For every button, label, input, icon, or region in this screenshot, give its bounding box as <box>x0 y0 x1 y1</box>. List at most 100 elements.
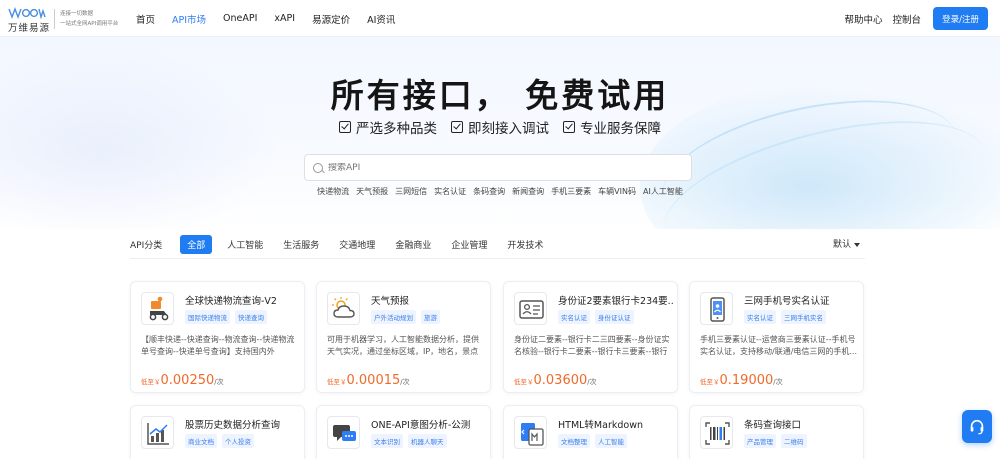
id-card-icon <box>514 292 547 325</box>
hot-tag-vin[interactable]: 车辆VIN码 <box>598 186 636 197</box>
hot-tag-courier[interactable]: 快递物流 <box>317 186 349 197</box>
category-tab-life[interactable]: 生活服务 <box>283 238 319 251</box>
card-tags: 实名认证 身份证认证 <box>558 310 634 324</box>
card-title: HTML转Markdown <box>558 420 643 431</box>
api-card[interactable]: HTML转Markdown 文档整理 人工智能 <box>503 405 678 459</box>
card-price: 低至￥0.00250/次 <box>141 369 224 388</box>
checkbox-icon <box>451 121 463 133</box>
card-tag: 实名认证 <box>558 310 590 324</box>
api-card[interactable]: ONE-API意图分析-公测 文本识别 机器人聊天 <box>316 405 491 459</box>
card-title: 条码查询接口 <box>744 420 802 431</box>
feature-item: 专业服务保障 <box>563 117 661 137</box>
api-card[interactable]: 条码查询接口 产品管理 二维码 <box>689 405 864 459</box>
card-tags: 文档整理 人工智能 <box>558 434 627 448</box>
card-tag: 户外活动规划 <box>371 310 416 324</box>
sort-label: 默认 <box>832 240 851 250</box>
card-tags: 户外活动规划 旅游 <box>371 310 440 324</box>
card-tag: 文本识别 <box>371 434 403 448</box>
card-tag: 快递查询 <box>235 310 267 324</box>
card-tag: 人工智能 <box>595 434 627 448</box>
caret-down-icon <box>854 242 860 247</box>
card-title: 身份证2要素银行卡234要... <box>558 296 673 307</box>
nav-link-pricing[interactable]: 易源定价 <box>312 12 350 26</box>
card-tag: 商业文档 <box>185 434 217 448</box>
card-tag: 国际快递物流 <box>185 310 230 324</box>
category-tab-enterprise[interactable]: 企业管理 <box>451 238 487 251</box>
category-label: API分类 <box>130 241 163 251</box>
logo-text: 万维易源 <box>8 23 51 34</box>
checkbox-icon <box>563 121 575 133</box>
console-link[interactable]: 控制台 <box>892 12 921 26</box>
hero-title: 所有接口， 免费试用 <box>330 76 670 115</box>
card-tag: 个人投资 <box>222 434 254 448</box>
card-description: 手机三要素认证--运营商三要素认证--手机号实名认证，支持移动/联通/电信三网的… <box>700 335 858 356</box>
card-tags: 实名认证 三网手机实名 <box>744 310 826 324</box>
logo-tagline-1: 连接一切数据 <box>60 11 94 17</box>
category-bar: API分类 全部 人工智能 生活服务 交通地理 金融商业 企业管理 开发技术 默… <box>130 235 865 254</box>
category-tab-all[interactable]: 全部 <box>180 235 213 254</box>
card-description: 身份证二要素--银行卡二三四要素--身份证实名核验--银行卡二要素--银行卡三要… <box>514 335 670 356</box>
card-title: 全球快递物流查询-V2 <box>185 296 277 307</box>
category-tab-ai[interactable]: 人工智能 <box>227 238 263 251</box>
login-register-button[interactable]: 登录/注册 <box>933 7 988 30</box>
markdown-icon <box>514 416 547 449</box>
api-card[interactable]: 天气预报 户外活动规划 旅游 可用于机器学习，人工智能数据分析，提供天气实况，通… <box>316 281 491 393</box>
hot-tag-ai[interactable]: AI人工智能 <box>643 186 683 197</box>
category-tab-traffic[interactable]: 交通地理 <box>339 238 375 251</box>
api-card[interactable]: 三网手机号实名认证 实名认证 三网手机实名 手机三要素认证--运营商三要素认证-… <box>689 281 864 393</box>
price-value: 0.19000 <box>719 373 774 388</box>
card-tag: 实名认证 <box>744 310 776 324</box>
nav-right: 帮助中心 控制台 登录/注册 <box>844 0 988 37</box>
hot-tag-sms[interactable]: 三网短信 <box>395 186 427 197</box>
search-box[interactable] <box>304 154 692 181</box>
nav-link-ai-news[interactable]: AI资讯 <box>367 12 395 26</box>
card-description: 可用于机器学习，人工智能数据分析，提供天气实况，通过坐标区域，IP，地名，景点名… <box>327 335 479 356</box>
price-prefix: 低至￥ <box>514 378 534 386</box>
nav-link-api-market[interactable]: API市场 <box>172 12 206 26</box>
card-description: 【顺丰快递--快递查询--物流查询--快递物流单号查询--快递单号查询】支持国内… <box>141 335 295 356</box>
price-value: 0.03600 <box>533 373 588 388</box>
card-tags: 产品管理 二维码 <box>744 434 807 448</box>
hot-tag-barcode[interactable]: 条码查询 <box>473 186 505 197</box>
logo[interactable]: 万维易源 连接一切数据 一站式全网API调用平台 <box>8 7 120 34</box>
search-input[interactable] <box>328 162 668 173</box>
feature-label: 即刻接入调试 <box>468 121 549 137</box>
card-title: ONE-API意图分析-公测 <box>371 420 471 431</box>
card-tag: 文档整理 <box>558 434 590 448</box>
chat-icon <box>327 416 360 449</box>
card-title: 股票历史数据分析查询 <box>185 420 281 431</box>
api-card[interactable]: 身份证2要素银行卡234要... 实名认证 身份证认证 身份证二要素--银行卡二… <box>503 281 678 393</box>
hot-tag-weather[interactable]: 天气预报 <box>356 186 388 197</box>
price-unit: /次 <box>400 378 410 386</box>
nav-link-home[interactable]: 首页 <box>136 12 155 26</box>
card-tags: 文本识别 机器人聊天 <box>371 434 447 448</box>
weather-icon <box>327 292 360 325</box>
customer-support-button[interactable] <box>962 410 992 443</box>
api-card[interactable]: 全球快递物流查询-V2 国际快递物流 快递查询 【顺丰快递--快递查询--物流查… <box>130 281 305 393</box>
logo-divider <box>54 9 55 29</box>
api-card[interactable]: 股票历史数据分析查询 商业文档 个人投资 <box>130 405 305 459</box>
feature-label: 专业服务保障 <box>580 121 661 137</box>
card-title: 三网手机号实名认证 <box>744 296 830 307</box>
checkbox-icon <box>339 121 351 133</box>
nav-link-xapi[interactable]: xAPI <box>274 13 295 24</box>
search-icon <box>313 162 323 173</box>
category-tab-finance[interactable]: 金融商业 <box>395 238 431 251</box>
hot-tag-news[interactable]: 新闻查询 <box>512 186 544 197</box>
nav-link-oneapi[interactable]: OneAPI <box>223 13 257 24</box>
hot-tags: 快递物流 天气预报 三网短信 实名认证 条码查询 新闻查询 手机三要素 车辆VI… <box>0 186 1000 197</box>
price-value: 0.00250 <box>160 373 215 388</box>
sort-dropdown[interactable]: 默认 <box>833 237 860 250</box>
card-tag: 机器人聊天 <box>408 434 447 448</box>
feature-item: 即刻接入调试 <box>451 117 549 137</box>
card-tag: 旅游 <box>421 310 440 324</box>
card-price: 低至￥0.00015/次 <box>327 369 410 388</box>
category-tab-dev[interactable]: 开发技术 <box>507 238 543 251</box>
barcode-icon <box>700 416 733 449</box>
top-nav: 万维易源 连接一切数据 一站式全网API调用平台 首页 API市场 OneAPI… <box>0 0 1000 37</box>
price-prefix: 低至￥ <box>327 378 347 386</box>
hot-tag-realname[interactable]: 实名认证 <box>434 186 466 197</box>
help-center-link[interactable]: 帮助中心 <box>844 12 882 26</box>
hot-tag-phone3[interactable]: 手机三要素 <box>551 186 591 197</box>
headset-icon <box>970 419 984 434</box>
